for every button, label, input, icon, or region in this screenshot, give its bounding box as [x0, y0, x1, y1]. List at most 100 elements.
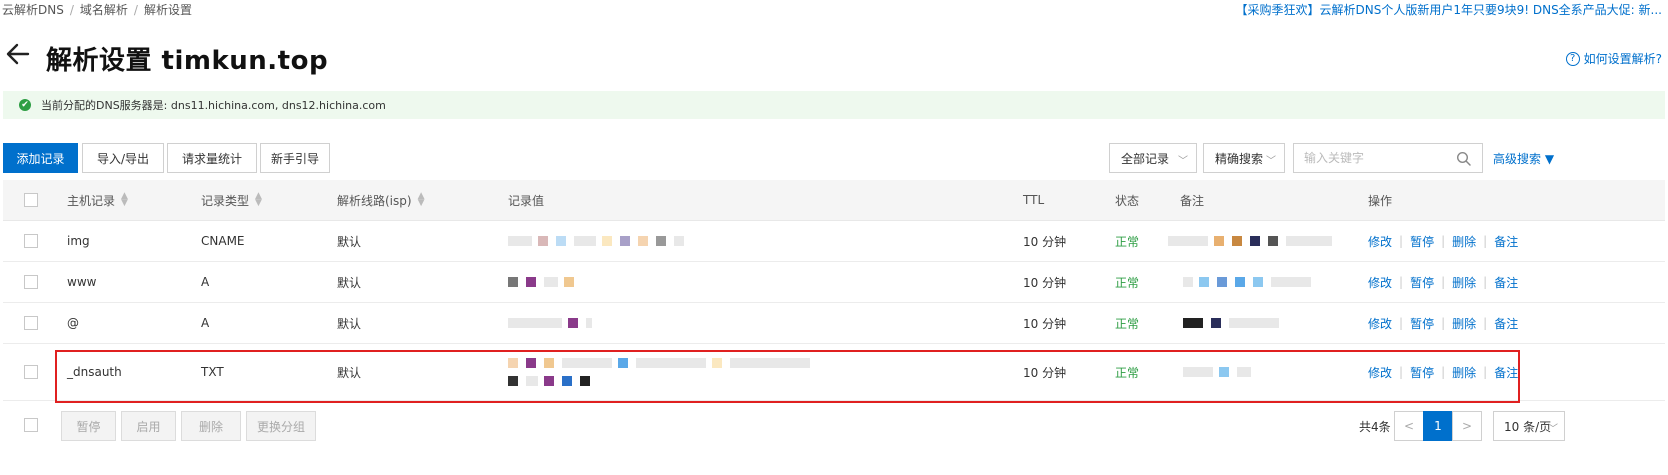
table-footer: 暂停 启用 删除 更换分组 共4条 < 1 > 10 条/页 ﹀: [3, 408, 1665, 442]
promo-link[interactable]: 【采购季狂欢】云解析DNS个人版新用户1年只要9块9! DNS全系产品大促: 新…: [1235, 1, 1662, 18]
row-actions: 修改 | 暂停 | 删除 | 备注: [1368, 233, 1519, 250]
row-checkbox[interactable]: [24, 275, 38, 289]
footer-checkbox-cell: [24, 418, 38, 432]
ttl-cell: 10 分钟: [1023, 365, 1067, 380]
breadcrumb-separator: /: [69, 3, 74, 17]
column-header-ttl: TTL: [1023, 193, 1045, 207]
edit-link[interactable]: 修改: [1368, 274, 1392, 291]
pause-link[interactable]: 暂停: [1410, 315, 1434, 332]
value-cell-redacted: [508, 221, 690, 261]
redacted-mosaic: [1183, 318, 1285, 328]
page-size-value: 10 条/页: [1504, 419, 1552, 434]
column-header-label: 主机记录: [67, 193, 116, 208]
host-cell: img: [67, 234, 90, 248]
breadcrumb-separator: /: [133, 3, 138, 17]
question-icon: ?: [1565, 51, 1580, 66]
batch-delete-button[interactable]: 删除: [181, 411, 241, 441]
remark-link[interactable]: 备注: [1494, 233, 1518, 250]
search-icon[interactable]: [1456, 151, 1472, 167]
remark-cell-redacted: [1183, 303, 1285, 343]
search-mode-select[interactable]: 精确搜索 ﹀: [1203, 143, 1285, 173]
sort-icon[interactable]: ▲ ▼: [121, 192, 128, 208]
record-filter-select[interactable]: 全部记录 ﹀: [1109, 143, 1197, 173]
next-page-button[interactable]: >: [1452, 411, 1482, 441]
row-actions: 修改 | 暂停 | 删除 | 备注: [1368, 274, 1519, 291]
header-checkbox-cell: [24, 180, 38, 220]
chevron-down-icon: ﹀: [1178, 156, 1188, 167]
add-record-button[interactable]: 添加记录: [3, 143, 78, 173]
redacted-mosaic: [508, 376, 598, 386]
line-cell: 默认: [337, 275, 362, 290]
total-count: 共4条: [1359, 420, 1391, 434]
column-header-host[interactable]: 主机记录 ▲ ▼: [67, 180, 128, 220]
redacted-mosaic: [1183, 277, 1317, 287]
type-cell: A: [201, 316, 210, 330]
search-mode-value: 精确搜索: [1215, 151, 1264, 166]
page-title: 解析设置 timkun.top: [46, 46, 329, 76]
sort-icon[interactable]: ▲ ▼: [418, 192, 425, 208]
column-header-label: 解析线路(isp): [337, 193, 412, 208]
remark-link[interactable]: 备注: [1494, 364, 1518, 381]
row-checkbox[interactable]: [24, 234, 38, 248]
value-cell-redacted: [508, 303, 598, 343]
remark-link[interactable]: 备注: [1494, 274, 1518, 291]
delete-link[interactable]: 删除: [1452, 233, 1476, 250]
edit-link[interactable]: 修改: [1368, 315, 1392, 332]
row-checkbox[interactable]: [24, 316, 38, 330]
batch-enable-button[interactable]: 启用: [121, 411, 176, 441]
column-header-remark: 备注: [1180, 193, 1205, 208]
value-cell-redacted: [508, 344, 816, 400]
row-actions: 修改 | 暂停 | 删除 | 备注: [1368, 364, 1519, 381]
type-cell: A: [201, 275, 210, 289]
redacted-mosaic: [508, 358, 816, 368]
help-link[interactable]: ? 如何设置解析?: [1565, 50, 1662, 67]
sort-icon[interactable]: ▲ ▼: [255, 192, 262, 208]
remark-link[interactable]: 备注: [1494, 315, 1518, 332]
remark-cell-redacted: [1183, 344, 1257, 400]
footer-select-all-checkbox[interactable]: [24, 418, 38, 432]
breadcrumb-item-dns[interactable]: 云解析DNS: [2, 3, 64, 17]
column-header-label: 记录类型: [201, 193, 250, 208]
import-export-button[interactable]: 导入/导出: [82, 143, 164, 173]
edit-link[interactable]: 修改: [1368, 233, 1392, 250]
change-group-button[interactable]: 更换分组: [246, 411, 316, 441]
table-row: @ A 默认 10 分钟 正常 修改 | 暂停 | 删除 | 备注: [3, 303, 1665, 344]
edit-link[interactable]: 修改: [1368, 364, 1392, 381]
column-header-value: 记录值: [508, 193, 545, 208]
records-table: 主机记录 ▲ ▼ 记录类型 ▲ ▼ 解析线路(isp) ▲ ▼ 记录值 TTL 状态 备注 …: [3, 180, 1665, 401]
column-header-status: 状态: [1115, 193, 1140, 208]
pause-link[interactable]: 暂停: [1410, 274, 1434, 291]
beginner-guide-button[interactable]: 新手引导: [260, 143, 330, 173]
column-header-line[interactable]: 解析线路(isp) ▲ ▼: [337, 180, 425, 220]
pause-link[interactable]: 暂停: [1410, 364, 1434, 381]
delete-link[interactable]: 删除: [1452, 364, 1476, 381]
host-cell: @: [67, 316, 79, 330]
value-cell-redacted: [508, 262, 582, 302]
row-checkbox[interactable]: [24, 365, 38, 379]
status-cell: 正常: [1115, 275, 1140, 290]
page-1-button[interactable]: 1: [1423, 411, 1453, 441]
redacted-mosaic: [508, 318, 598, 328]
row-checkbox-cell: [24, 344, 38, 400]
delete-link[interactable]: 删除: [1452, 274, 1476, 291]
delete-link[interactable]: 删除: [1452, 315, 1476, 332]
line-cell: 默认: [337, 234, 362, 249]
chevron-down-icon: ﹀: [1266, 156, 1276, 167]
check-circle-icon: ✔: [19, 99, 31, 111]
pause-link[interactable]: 暂停: [1410, 233, 1434, 250]
batch-pause-button[interactable]: 暂停: [61, 411, 116, 441]
line-cell: 默认: [337, 365, 362, 380]
table-row: img CNAME 默认 10 分钟 正常 修改 | 暂停 | 删除 | 备注: [3, 221, 1665, 262]
select-all-checkbox[interactable]: [24, 193, 38, 207]
search-input[interactable]: [1294, 144, 1444, 172]
breadcrumb-item-domain[interactable]: 域名解析: [80, 3, 128, 17]
column-header-type[interactable]: 记录类型 ▲ ▼: [201, 180, 262, 220]
prev-page-button[interactable]: <: [1394, 411, 1424, 441]
status-cell: 正常: [1115, 316, 1140, 331]
request-stats-button[interactable]: 请求量统计: [167, 143, 257, 173]
page-size-select[interactable]: 10 条/页 ﹀: [1493, 411, 1565, 441]
advanced-search-link[interactable]: 高级搜索 ▼: [1493, 150, 1554, 167]
title-row: 解析设置 timkun.top ? 如何设置解析?: [0, 38, 1668, 78]
back-arrow-icon[interactable]: [4, 40, 32, 68]
breadcrumb-item-current: 解析设置: [143, 3, 192, 17]
